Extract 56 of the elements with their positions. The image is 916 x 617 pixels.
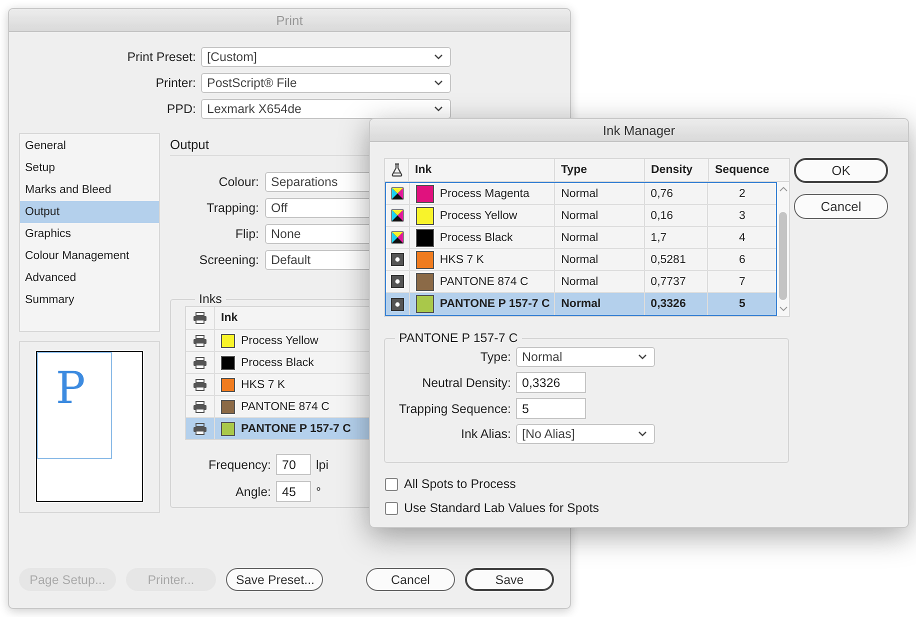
field-label: Ink Alias: bbox=[460, 427, 511, 441]
field-label: Trapping: bbox=[206, 201, 259, 215]
ink-name: Process Yellow bbox=[241, 334, 318, 346]
table-cell: 0,5281 bbox=[644, 249, 708, 270]
checkbox-label: Use Standard Lab Values for Spots bbox=[404, 501, 600, 515]
table-cell: Normal bbox=[554, 271, 644, 292]
column-header: Sequence bbox=[708, 159, 777, 181]
ink-name: Process Magenta bbox=[440, 188, 530, 200]
field-label: Print Preset: bbox=[126, 50, 196, 64]
field-label: Trapping Sequence: bbox=[398, 402, 511, 416]
table-cell: Normal bbox=[554, 227, 644, 248]
field-label: Screening: bbox=[198, 253, 259, 267]
table-cell: 0,7737 bbox=[644, 271, 708, 292]
table-cell: 6 bbox=[707, 249, 776, 270]
checkbox-label: All Spots to Process bbox=[404, 477, 516, 491]
table-cell: 4 bbox=[707, 227, 776, 248]
ink-name: PANTONE 874 C bbox=[241, 400, 330, 412]
table-cell: 0,76 bbox=[644, 183, 708, 204]
ink-name: PANTONE 874 C bbox=[440, 276, 528, 288]
table-cell: 7 bbox=[707, 271, 776, 292]
column-header: Density bbox=[644, 159, 708, 181]
ink-name: HKS 7 K bbox=[241, 378, 286, 390]
table-cell: Normal bbox=[554, 183, 644, 204]
field-label: Type: bbox=[480, 350, 511, 364]
section-heading: Output bbox=[170, 136, 210, 152]
column-header: Ink bbox=[408, 159, 554, 181]
table-cell: 0,3326 bbox=[644, 293, 708, 315]
ink-name: HKS 7 K bbox=[440, 254, 484, 266]
table-cell: 0,16 bbox=[644, 205, 708, 226]
table-cell: 5 bbox=[707, 293, 776, 315]
table-cell: Normal bbox=[554, 205, 644, 226]
unit-label: lpi bbox=[316, 458, 330, 472]
group-label: Inks bbox=[198, 292, 223, 306]
table-cell: 3 bbox=[707, 205, 776, 226]
window-title: Ink Manager bbox=[602, 122, 676, 138]
table-cell: 2 bbox=[707, 183, 776, 204]
field-label: Angle: bbox=[234, 484, 271, 498]
table-cell: Normal bbox=[554, 293, 644, 315]
unit-label: ° bbox=[316, 484, 322, 498]
field-label: Colour: bbox=[218, 175, 259, 189]
ink-name: Process Black bbox=[440, 232, 513, 244]
ink-name: PANTONE P 157-7 C bbox=[440, 298, 550, 310]
field-label: Frequency: bbox=[207, 458, 271, 472]
column-header: Type bbox=[554, 159, 644, 181]
ink-name: Process Yellow bbox=[440, 210, 518, 222]
table-cell: 1,7 bbox=[644, 227, 708, 248]
table-cell: Normal bbox=[554, 249, 644, 270]
window-title: Print bbox=[276, 12, 303, 28]
field-label: Neutral Density: bbox=[422, 376, 511, 390]
field-label: Flip: bbox=[234, 227, 259, 241]
field-label: PPD: bbox=[166, 102, 196, 116]
preview-letter: P bbox=[56, 367, 86, 411]
group-label: PANTONE P 157-7 C bbox=[398, 331, 519, 345]
ink-name: PANTONE P 157-7 C bbox=[241, 422, 351, 434]
ink-name: Process Black bbox=[241, 356, 314, 368]
field-label: Printer: bbox=[154, 76, 196, 90]
